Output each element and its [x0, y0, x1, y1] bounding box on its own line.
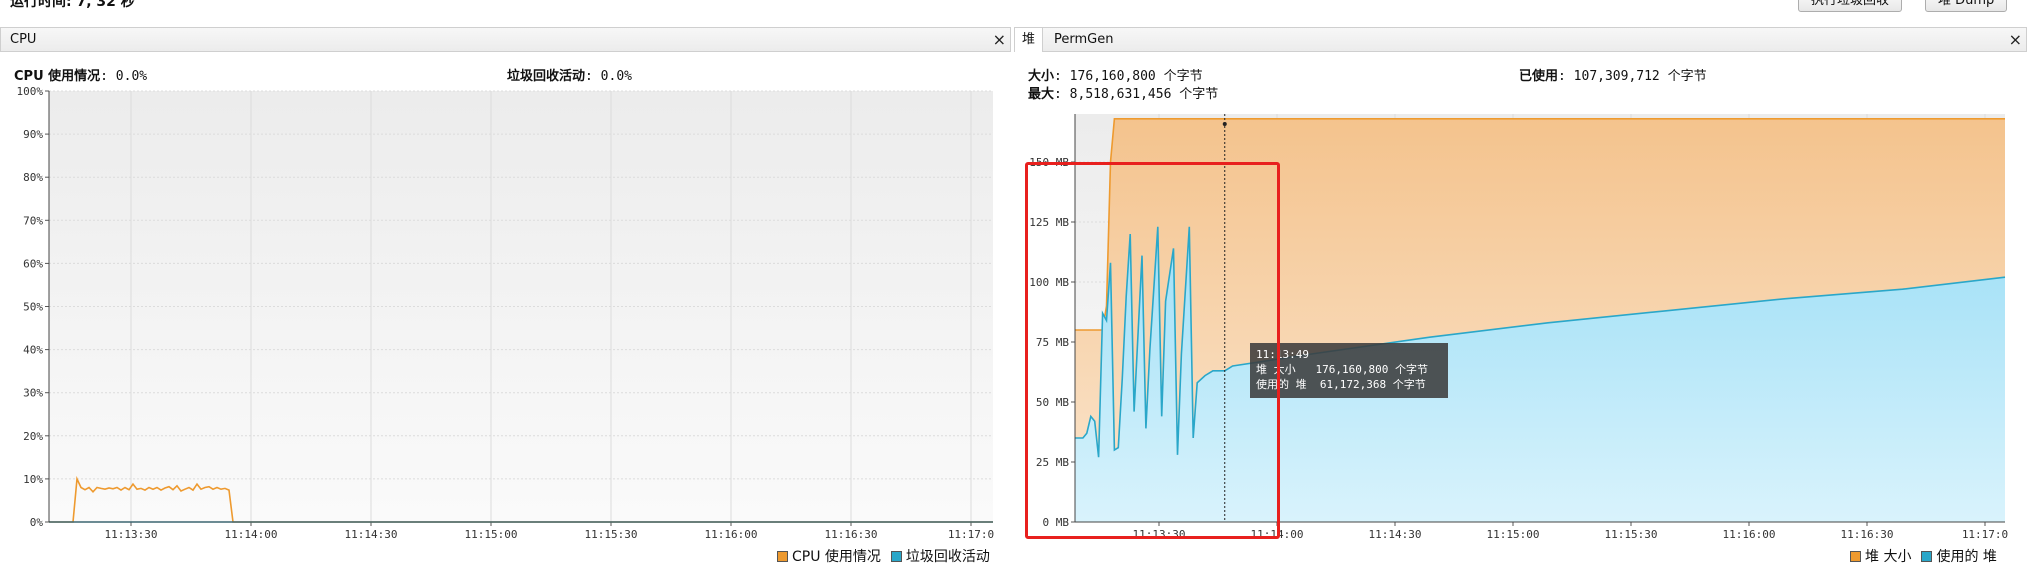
cpu-xtick-label: 11:17:0 — [948, 528, 994, 541]
heap-ytick-label: 50 MB — [1036, 396, 1069, 409]
tooltip-used-row: 使用的 堆 61,172,368 个字节 — [1256, 377, 1442, 392]
cpu-ytick-label: 90% — [23, 128, 43, 141]
tooltip-used-value: 61,172,368 个字节 — [1319, 378, 1426, 391]
cpu-xtick-label: 11:15:30 — [585, 528, 638, 541]
tooltip-size-row: 堆 大小 176,160,800 个字节 — [1256, 362, 1442, 377]
cpu-ytick-label: 0% — [30, 516, 44, 529]
heap-ytick-label: 100 MB — [1029, 276, 1069, 289]
cpu-ytick-label: 10% — [23, 473, 43, 486]
cpu-ytick-label: 60% — [23, 257, 43, 270]
heap-xtick-label: 11:15:30 — [1605, 528, 1658, 541]
cpu-ytick-label: 80% — [23, 171, 43, 184]
heap-xtick-label: 11:14:00 — [1251, 528, 1304, 541]
heap-xtick-label: 11:15:00 — [1487, 528, 1540, 541]
cpu-ytick-label: 20% — [23, 430, 43, 443]
cpu-ytick-label: 30% — [23, 387, 43, 400]
tooltip-time: 11:13:49 — [1256, 348, 1309, 361]
cpu-xtick-label: 11:16:00 — [705, 528, 758, 541]
heap-time-marker-dot — [1222, 122, 1227, 126]
heap-xtick-label: 11:16:30 — [1841, 528, 1894, 541]
cpu-ytick-label: 70% — [23, 214, 43, 227]
heap-ytick-label: 0 MB — [1043, 516, 1070, 529]
cpu-ytick-label: 100% — [17, 85, 44, 98]
heap-xtick-label: 11:16:00 — [1723, 528, 1776, 541]
cpu-xtick-label: 11:14:00 — [225, 528, 278, 541]
cpu-ytick-label: 50% — [23, 301, 43, 314]
cpu-ytick-label: 40% — [23, 344, 43, 357]
tooltip-size-value: 176,160,800 个字节 — [1315, 363, 1428, 376]
heap-xtick-label: 11:13:30 — [1133, 528, 1186, 541]
cpu-xtick-label: 11:14:30 — [345, 528, 398, 541]
cpu-xtick-label: 11:13:30 — [105, 528, 158, 541]
heap-ytick-label: 150 MB — [1029, 156, 1069, 169]
heap-ytick-label: 75 MB — [1036, 336, 1069, 349]
heap-ytick-label: 125 MB — [1029, 216, 1069, 229]
heap-xtick-label: 11:14:30 — [1369, 528, 1422, 541]
tooltip-size-label: 堆 大小 — [1256, 363, 1296, 376]
heap-xtick-label: 11:17:0 — [1962, 528, 2008, 541]
cpu-xtick-label: 11:16:30 — [825, 528, 878, 541]
tooltip-used-label: 使用的 堆 — [1256, 378, 1307, 391]
heap-tooltip: 11:13:49 堆 大小 176,160,800 个字节 使用的 堆 61,1… — [1250, 343, 1448, 398]
heap-ytick-label: 25 MB — [1036, 456, 1069, 469]
cpu-xtick-label: 11:15:00 — [465, 528, 518, 541]
charts-canvas: 0% 10% 20% 30% 40% 50% 60% 70% 80% 90% 100% 11:13:3… — [17, 85, 2009, 541]
